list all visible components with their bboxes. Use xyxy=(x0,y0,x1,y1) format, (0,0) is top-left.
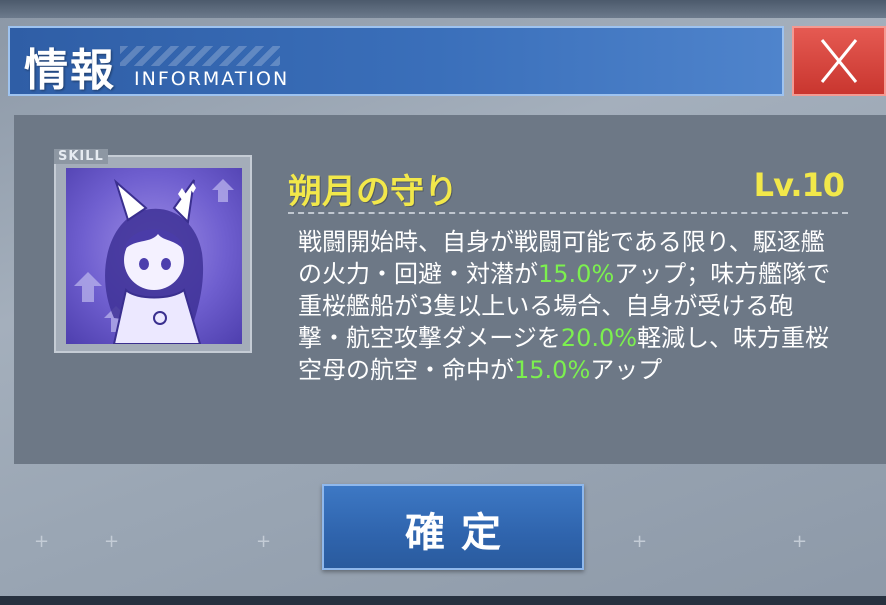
skill-level: Lv.10 xyxy=(753,166,845,204)
decor-plus-icon: + xyxy=(256,531,272,552)
dialog-subtitle: INFORMATION xyxy=(134,68,290,90)
description-text: アップ xyxy=(590,356,663,384)
skill-name: 朔月の守り xyxy=(288,172,458,212)
skill-icon xyxy=(66,168,242,344)
decor-plus-icon: + xyxy=(104,531,120,552)
description-value: 15.0% xyxy=(538,260,615,288)
divider-line xyxy=(288,212,848,214)
header-stripes-decor xyxy=(120,46,280,66)
close-button[interactable] xyxy=(792,26,886,96)
top-background-strip xyxy=(0,0,886,18)
dialog-title: 情報 xyxy=(24,45,116,96)
decor-plus-icon: + xyxy=(792,531,808,552)
close-x-icon xyxy=(820,39,858,83)
skill-description: 戦闘開始時、自身が戦闘可能である限り、駆逐艦の火力・回避・対潜が15.0%アップ… xyxy=(298,226,838,386)
bottom-background-strip xyxy=(0,596,886,605)
skill-tag-label: SKILL xyxy=(54,149,108,164)
decor-plus-icon: + xyxy=(632,531,648,552)
description-value: 20.0% xyxy=(560,324,638,352)
decor-plus-icon: + xyxy=(34,531,50,552)
dialog-header: 情報 INFORMATION xyxy=(8,26,784,96)
description-value: 15.0% xyxy=(514,356,591,384)
confirm-button[interactable]: 確定 xyxy=(322,484,584,570)
fox-girl-shield-skill-icon xyxy=(74,178,234,344)
confirm-button-label: 確定 xyxy=(405,509,517,556)
